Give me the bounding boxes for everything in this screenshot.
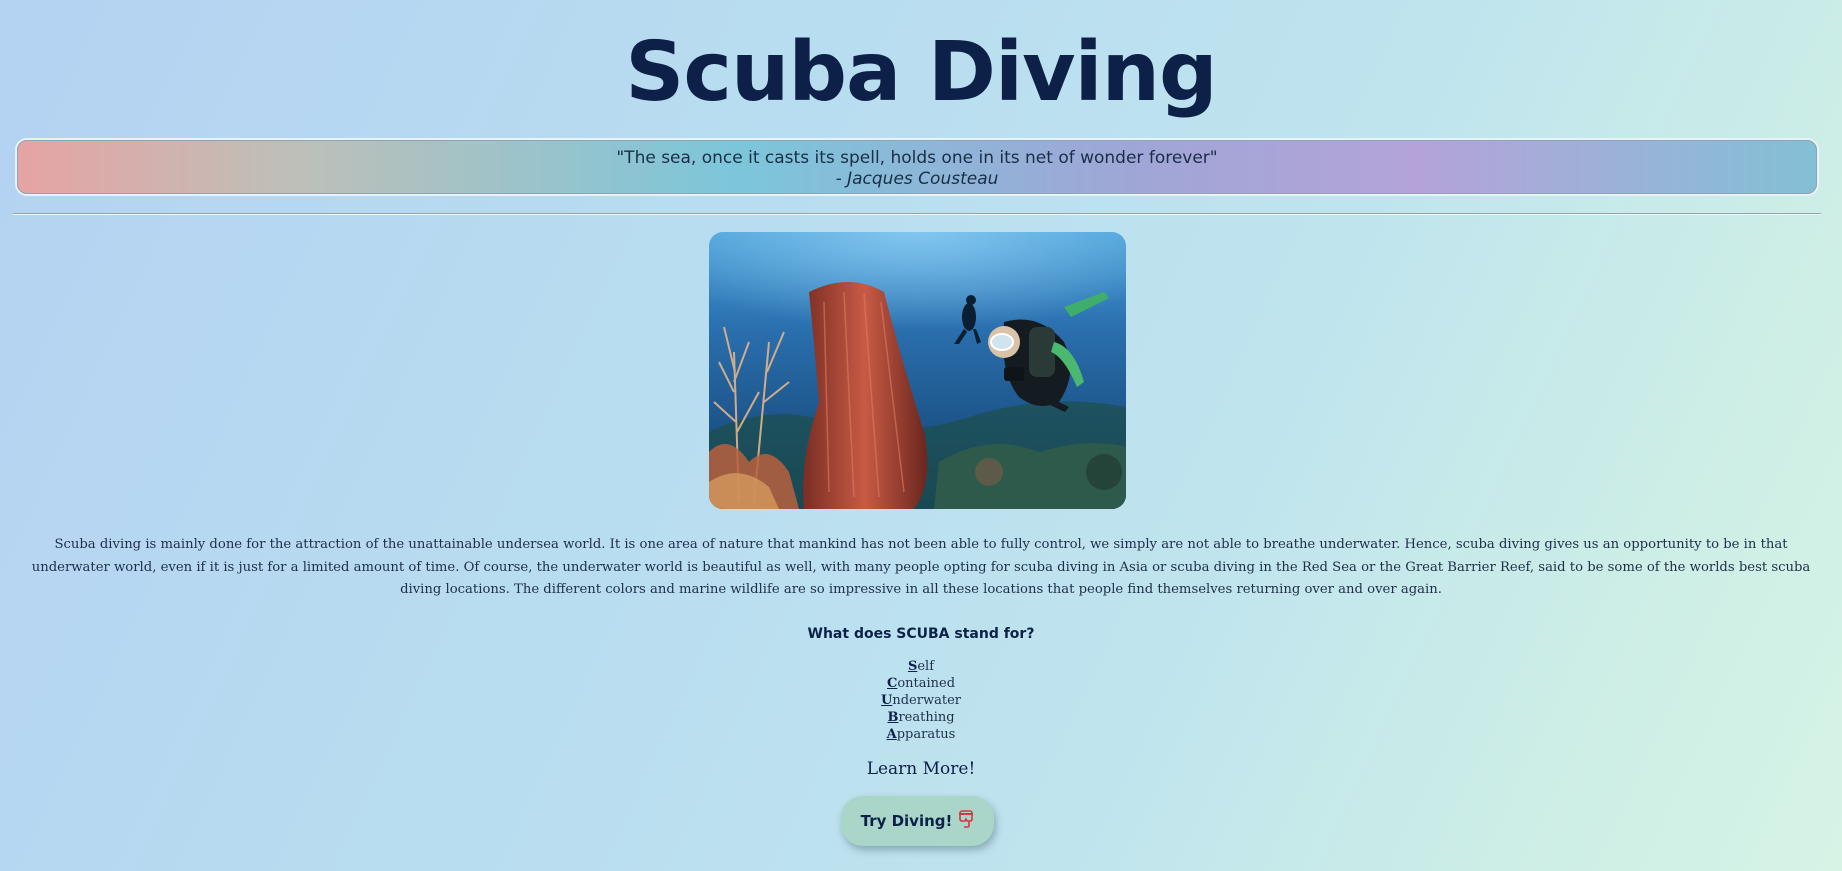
acronym-question: What does SCUBA stand for? <box>807 626 1035 642</box>
acronym-letter: S <box>907 659 918 674</box>
acronym-rest: nderwater <box>892 693 961 708</box>
acronym-item: Self <box>0 658 1842 675</box>
hero-image <box>709 232 1126 509</box>
acronym-list: Self Contained Underwater Breathing Appa… <box>0 658 1842 743</box>
try-diving-button[interactable]: Try Diving! <box>841 796 994 846</box>
quote-banner: "The sea, once it casts its spell, holds… <box>15 138 1819 196</box>
diving-mask-icon <box>958 810 974 832</box>
acronym-letter: A <box>886 727 897 742</box>
quote-author: - Jacques Cousteau <box>835 169 999 189</box>
acronym-letter: B <box>887 710 899 725</box>
acronym-letter: U <box>881 693 893 708</box>
acronym-item: Breathing <box>0 709 1842 726</box>
acronym-rest: elf <box>917 659 935 674</box>
divider <box>13 213 1821 215</box>
acronym-item: Underwater <box>0 692 1842 709</box>
quote-text: "The sea, once it casts its spell, holds… <box>616 148 1218 168</box>
acronym-item: Apparatus <box>0 726 1842 743</box>
acronym-item: Contained <box>0 675 1842 692</box>
acronym-rest: reathing <box>898 710 955 725</box>
acronym-rest: pparatus <box>896 727 956 742</box>
try-diving-label: Try Diving! <box>860 812 953 830</box>
learn-more-text: Learn More! <box>866 759 976 779</box>
description-paragraph: Scuba diving is mainly done for the attr… <box>31 537 1811 597</box>
acronym-rest: ontained <box>897 676 956 691</box>
page-title: Scuba Diving <box>625 25 1217 120</box>
acronym-letter: C <box>886 676 898 691</box>
